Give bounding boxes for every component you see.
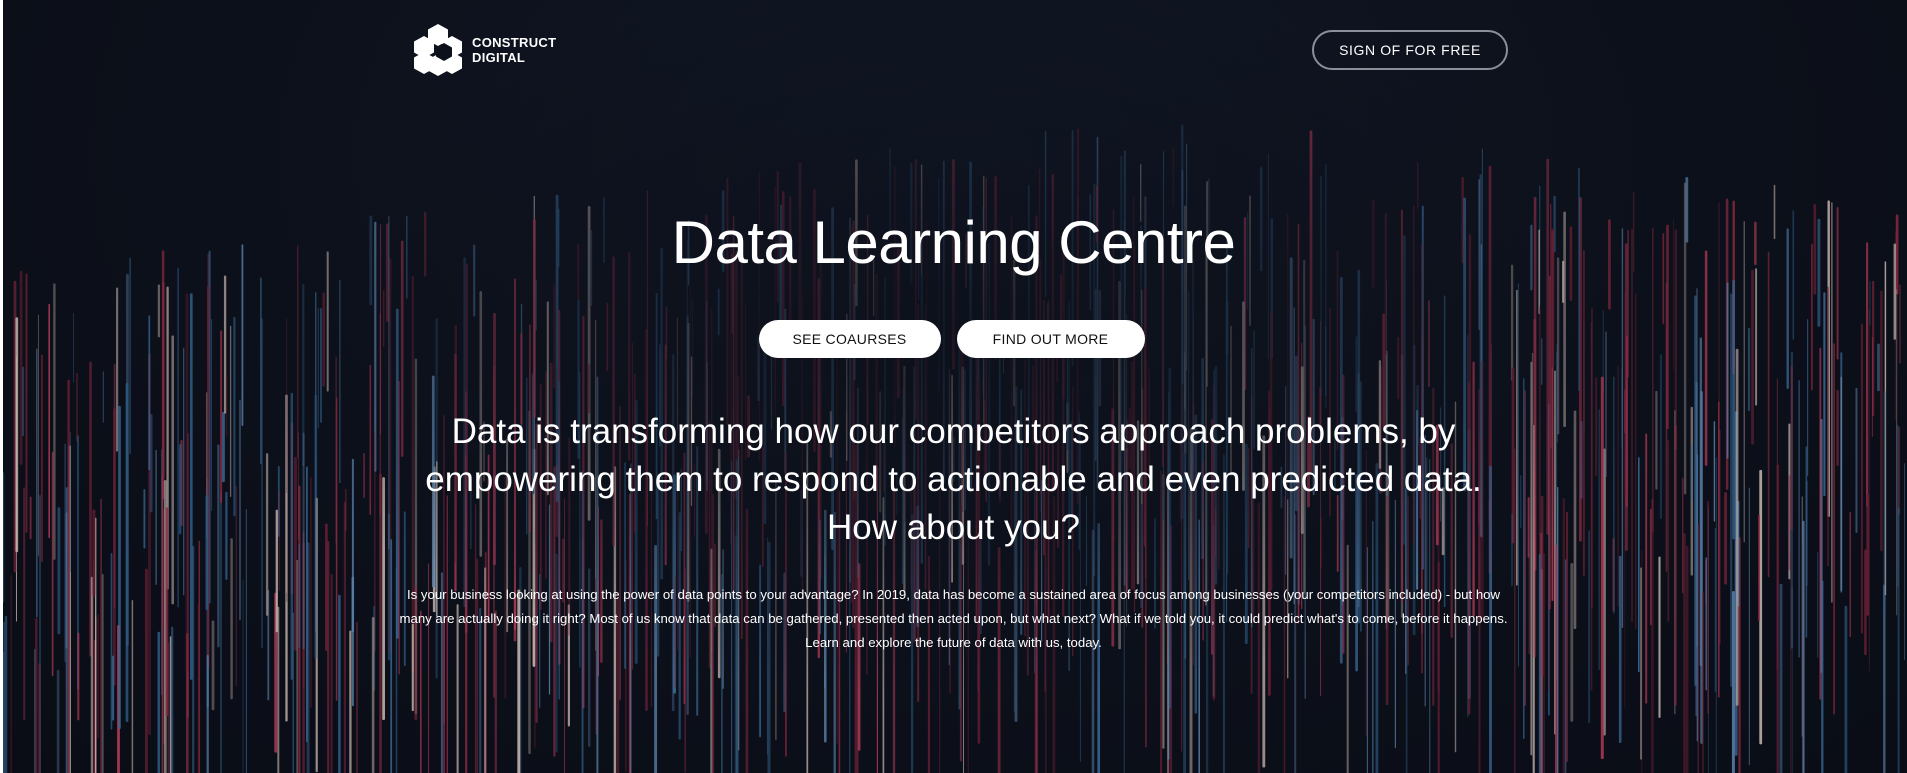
cta-button-row: SEE COAURSES FIND OUT MORE	[0, 320, 1907, 358]
signup-button[interactable]: SIGN OF FOR FREE	[1312, 30, 1508, 70]
data-streaks-background	[3, 124, 1905, 773]
find-out-more-button[interactable]: FIND OUT MORE	[956, 320, 1145, 358]
intro-paragraph: Is your business looking at using the po…	[399, 587, 1508, 650]
lead-statement: Data is transforming how our competitors…	[425, 412, 1482, 547]
brand-line-2: DIGITAL	[472, 50, 526, 65]
page-title: Data Learning Centre	[671, 209, 1236, 276]
brand-logo[interactable]: CONSTRUCT DIGITAL	[412, 22, 556, 78]
construct-hexagon-c-icon	[414, 24, 462, 76]
see-courses-button[interactable]: SEE COAURSES	[758, 320, 941, 358]
brand-wordmark: CONSTRUCT DIGITAL	[472, 35, 556, 65]
hero-section	[3, 0, 1907, 773]
brand-line-1: CONSTRUCT	[472, 35, 557, 50]
